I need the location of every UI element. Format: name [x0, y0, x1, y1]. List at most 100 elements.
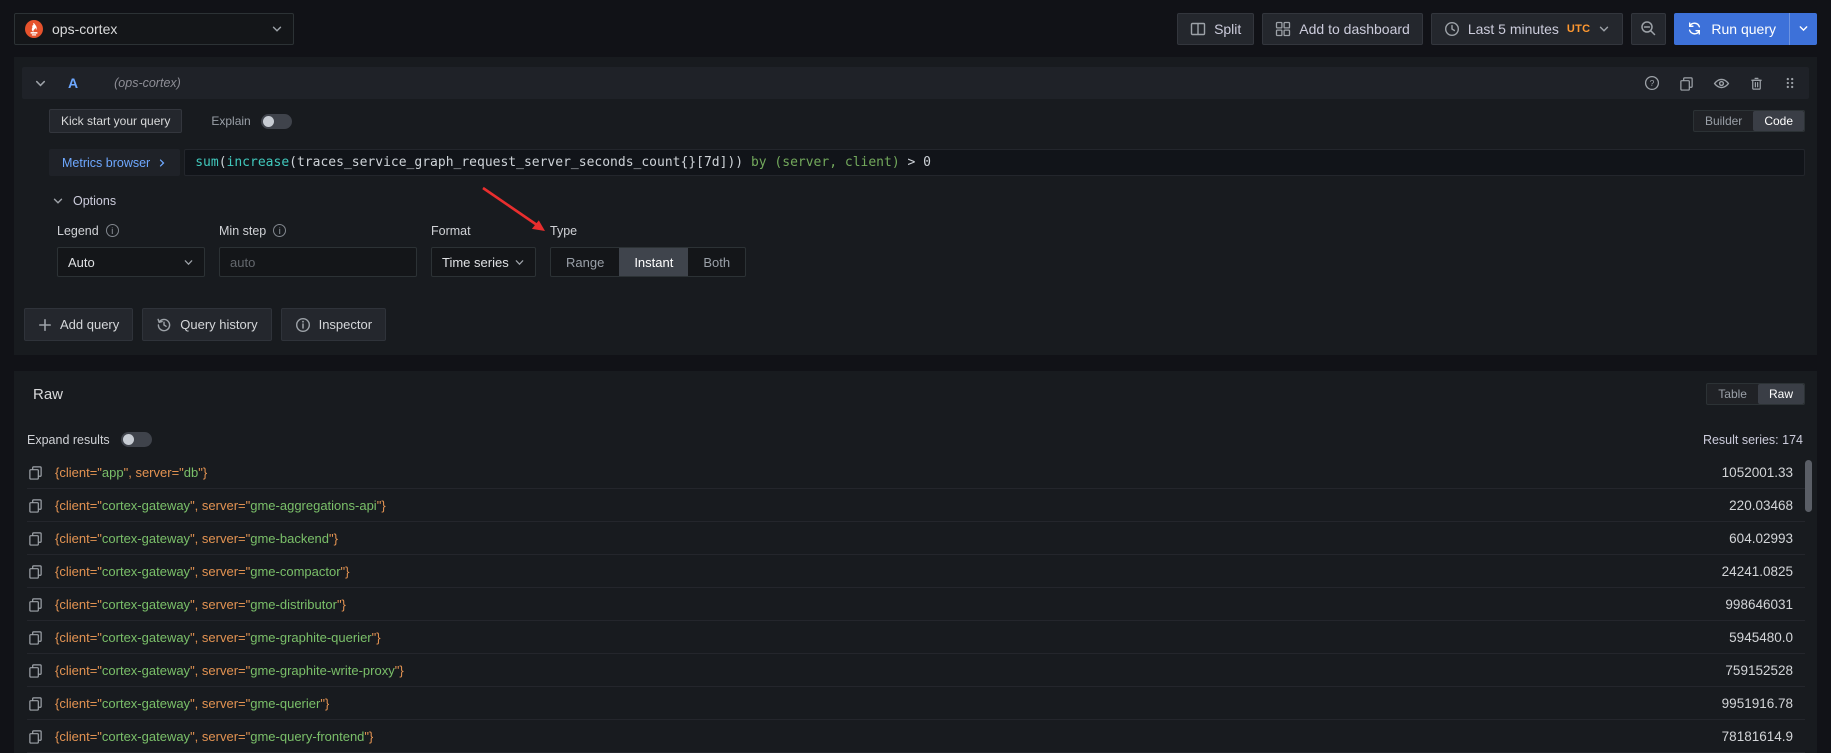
options-section-toggle[interactable]: Options — [52, 194, 1809, 208]
metrics-browser-button[interactable]: Metrics browser — [49, 149, 181, 176]
zoom-out-button[interactable] — [1631, 12, 1667, 45]
series-value: 5945480.0 — [1729, 629, 1793, 645]
copy-label-icon[interactable] — [28, 729, 44, 744]
datasource-name: ops-cortex — [52, 20, 118, 37]
explain-toggle[interactable] — [260, 113, 292, 129]
datasource-picker[interactable]: ops-cortex — [14, 12, 294, 45]
legend-select[interactable]: Auto — [57, 247, 205, 277]
history-icon — [156, 317, 172, 333]
options-section-label: Options — [73, 194, 117, 208]
copy-label-icon[interactable] — [28, 597, 44, 612]
editor-mode-code[interactable]: Code — [1753, 111, 1804, 131]
expand-results-label: Expand results — [27, 432, 110, 447]
chevron-down-icon — [514, 257, 525, 268]
results-scrollbar-thumb[interactable] — [1805, 460, 1812, 512]
explain-label: Explain — [211, 114, 251, 128]
run-query-label: Run query — [1711, 20, 1776, 37]
result-row: {client="cortex-gateway", server="gme-gr… — [27, 654, 1805, 687]
series-labels: {client="cortex-gateway", server="gme-ba… — [55, 530, 338, 546]
drag-handle-icon[interactable] — [1783, 76, 1797, 90]
expand-results-toggle[interactable] — [120, 432, 152, 447]
series-value: 9951916.78 — [1721, 695, 1793, 711]
split-icon — [1190, 21, 1206, 37]
timezone-label: UTC — [1566, 22, 1591, 35]
format-select[interactable]: Time series — [431, 247, 536, 277]
series-labels: {client="cortex-gateway", server="gme-gr… — [55, 629, 381, 645]
add-query-button[interactable]: Add query — [24, 308, 134, 341]
format-label: Format — [431, 223, 471, 238]
info-icon[interactable]: i — [273, 224, 287, 237]
format-value: Time series — [442, 254, 509, 270]
results-panel: Raw Table Raw Expand results Result serie… — [14, 371, 1817, 753]
series-labels: {client="cortex-gateway", server="gme-co… — [55, 563, 350, 579]
min-step-input[interactable] — [230, 254, 406, 270]
metrics-browser-label: Metrics browser — [62, 155, 151, 170]
toggle-knob — [122, 434, 134, 445]
clock-icon — [1444, 21, 1460, 37]
editor-mode-builder[interactable]: Builder — [1694, 111, 1753, 131]
chevron-down-icon — [183, 257, 194, 268]
type-option-range[interactable]: Range — [551, 248, 619, 276]
prometheus-icon — [25, 19, 43, 38]
copy-label-icon[interactable] — [28, 531, 44, 546]
query-ref-id: A — [68, 75, 79, 91]
copy-label-icon[interactable] — [28, 498, 44, 513]
help-icon[interactable]: ? — [1644, 75, 1660, 91]
split-label: Split — [1214, 20, 1242, 37]
info-circle-icon — [295, 317, 311, 333]
copy-label-icon[interactable] — [28, 630, 44, 645]
chevron-down-icon — [52, 195, 64, 207]
type-option-both[interactable]: Both — [688, 248, 745, 276]
kick-start-query-button[interactable]: Kick start your query — [49, 109, 183, 133]
legend-value: Auto — [68, 254, 95, 270]
result-row: {client="cortex-gateway", server="gme-co… — [27, 555, 1805, 588]
explore-toolbar: ops-cortex Split Add to dashboard Last 5… — [0, 0, 1831, 57]
collapse-chevron-icon[interactable] — [34, 77, 47, 90]
series-value: 1052001.33 — [1721, 464, 1793, 480]
format-field: Format Time series — [431, 223, 536, 277]
hide-response-eye-icon[interactable] — [1713, 75, 1730, 92]
results-title: Raw — [33, 385, 64, 403]
plus-icon — [38, 318, 52, 332]
legend-label: Legend — [57, 223, 99, 238]
view-mode-table[interactable]: Table — [1707, 384, 1758, 404]
chevron-down-icon — [1598, 23, 1610, 35]
inspector-button[interactable]: Inspector — [280, 308, 387, 341]
series-value: 759152528 — [1725, 662, 1793, 678]
legend-field: Legend i Auto — [57, 223, 205, 277]
series-labels: {client="cortex-gateway", server="gme-di… — [55, 596, 346, 612]
results-view-switch: Table Raw — [1706, 383, 1805, 405]
copy-label-icon[interactable] — [28, 564, 44, 579]
copy-label-icon[interactable] — [28, 696, 44, 711]
series-value: 78181614.9 — [1721, 728, 1793, 744]
split-button[interactable]: Split — [1177, 12, 1255, 45]
add-query-label: Add query — [60, 317, 120, 332]
add-to-dashboard-button[interactable]: Add to dashboard — [1262, 12, 1423, 45]
result-row: {client="cortex-gateway", server="gme-qu… — [27, 687, 1805, 720]
copy-label-icon[interactable] — [28, 465, 44, 480]
run-query-button[interactable]: Run query — [1674, 12, 1817, 45]
result-row: {client="cortex-gateway", server="gme-di… — [27, 588, 1805, 621]
series-value: 604.02993 — [1729, 530, 1793, 546]
result-rows-list: {client="app", server="db"} 1052001.33 {… — [27, 456, 1805, 753]
copy-label-icon[interactable] — [28, 663, 44, 678]
min-step-field: Min step i — [219, 223, 417, 277]
min-step-label: Min step — [219, 223, 267, 238]
result-row: {client="app", server="db"} 1052001.33 — [27, 456, 1805, 489]
run-query-dropdown[interactable] — [1789, 12, 1817, 45]
query-expression[interactable]: sum(increase (traces_service_graph_reques… — [184, 149, 1805, 176]
info-icon[interactable]: i — [105, 224, 119, 237]
time-range-picker[interactable]: Last 5 minutes UTC — [1430, 12, 1624, 45]
sync-icon — [1687, 21, 1702, 36]
duplicate-query-icon[interactable] — [1679, 76, 1694, 91]
result-series-count: Result series: 174 — [1702, 432, 1803, 447]
zoom-out-icon — [1640, 20, 1657, 37]
series-value: 220.03468 — [1729, 497, 1793, 513]
query-datasource-hint: (ops-cortex) — [114, 76, 181, 90]
remove-query-trash-icon[interactable] — [1749, 76, 1764, 91]
type-option-instant[interactable]: Instant — [619, 248, 689, 276]
query-history-button[interactable]: Query history — [142, 308, 272, 341]
query-row-header[interactable]: A (ops-cortex) ? — [22, 67, 1809, 99]
view-mode-raw[interactable]: Raw — [1757, 384, 1804, 404]
editor-mode-switch: Builder Code — [1692, 110, 1805, 132]
